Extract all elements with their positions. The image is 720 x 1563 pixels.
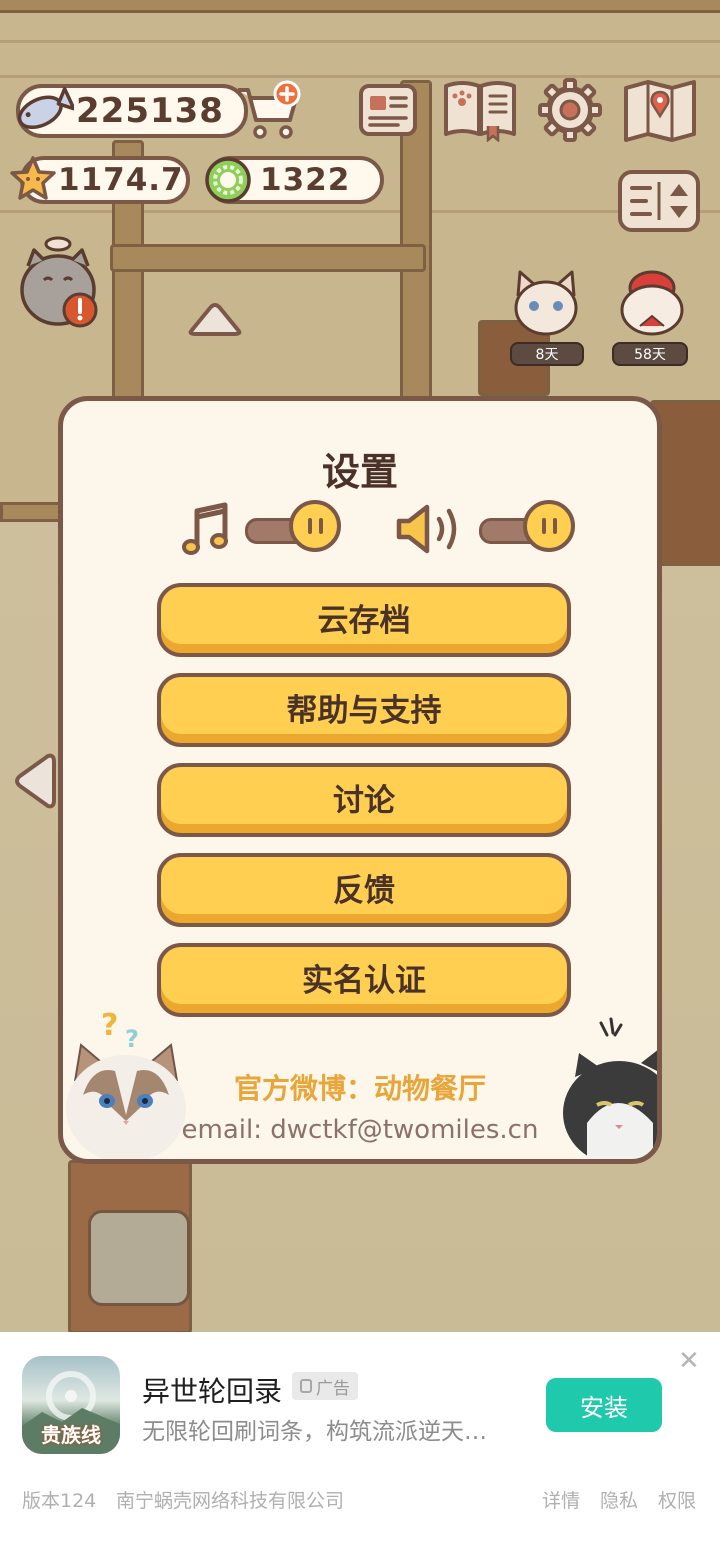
customer-character-2: [612, 266, 692, 338]
up-arrow-indicator[interactable]: [184, 298, 246, 338]
speaker-icon: [393, 501, 471, 557]
real-name-verify-button[interactable]: 实名认证: [157, 943, 571, 1017]
layout-toggle-button[interactable]: [616, 168, 702, 234]
ad-description[interactable]: 无限轮回刷词条，构筑流派逆天…: [142, 1412, 512, 1446]
ad-version: 版本124: [22, 1490, 97, 1512]
map-button[interactable]: [622, 78, 698, 144]
fish-count: 225138: [76, 91, 224, 131]
waiter-cat-alert[interactable]: [18, 232, 100, 332]
ad-app-icon-label: 贵族线: [41, 1423, 101, 1447]
coin-count: 1322: [260, 162, 351, 198]
wood-beam: [0, 0, 720, 13]
sound-slider[interactable]: [479, 500, 575, 552]
music-slider-knob[interactable]: [289, 500, 341, 552]
coin-icon: [202, 154, 254, 206]
music-note-icon: [181, 501, 233, 557]
ad-app-icon[interactable]: 贵族线: [22, 1356, 120, 1454]
star-icon: [8, 154, 58, 204]
customer-badge-1: 8天: [510, 342, 584, 366]
official-weibo-text: 官方微博：动物餐厅: [233, 1072, 486, 1105]
settings-dialog: 设置 云存档 帮助与支持 讨论 反馈 实名认证 ? ? 官方微博：动物餐厅 em…: [58, 396, 662, 1164]
svg-text:?: ?: [125, 1025, 139, 1053]
dialog-title: 设置: [321, 450, 398, 494]
recipe-book-button[interactable]: [440, 76, 520, 142]
wood-shelf: [110, 244, 426, 272]
jar: [88, 1210, 190, 1306]
svg-text:?: ?: [101, 1008, 118, 1043]
left-arrow-button[interactable]: [12, 750, 56, 812]
settings-gear-button[interactable]: [538, 78, 602, 142]
ad-badge-icon: [300, 1379, 312, 1393]
fish-icon: [12, 82, 74, 140]
customer-badge-1-text: 8天: [535, 347, 559, 363]
sound-slider-knob[interactable]: [523, 500, 575, 552]
customer-cat-1: [508, 268, 584, 338]
feedback-button[interactable]: 反馈: [157, 853, 571, 927]
customer-badge-2-text: 58天: [634, 347, 666, 363]
ad-banner[interactable]: 贵族线 异世轮回录 广告 无限轮回刷词条，构筑流派逆天… 安装 ✕ 版本124 …: [0, 1332, 720, 1563]
ad-link-permissions[interactable]: 权限: [658, 1486, 696, 1513]
star-count: 1174.7: [58, 162, 184, 198]
ad-link-details[interactable]: 详情: [542, 1486, 580, 1513]
close-icon[interactable]: ✕: [678, 1346, 700, 1376]
ad-link-privacy[interactable]: 隐私: [600, 1486, 638, 1513]
discussion-button[interactable]: 讨论: [157, 763, 571, 837]
ad-install-button[interactable]: 安装: [546, 1378, 662, 1432]
contact-email-text: email: dwctkf@twomiles.cn: [181, 1115, 539, 1145]
help-support-button[interactable]: 帮助与支持: [157, 673, 571, 747]
customer-badge-2: 58天: [612, 342, 688, 366]
ad-badge: 广告: [292, 1372, 358, 1400]
shop-cart-button[interactable]: [234, 80, 304, 142]
ad-title[interactable]: 异世轮回录: [142, 1370, 282, 1410]
ad-badge-label: 广告: [316, 1378, 350, 1399]
music-slider[interactable]: [245, 500, 341, 552]
cloud-save-button[interactable]: 云存档: [157, 583, 571, 657]
ad-company: 南宁蜗壳网络科技有限公司: [116, 1490, 345, 1512]
newspaper-button[interactable]: [356, 80, 420, 140]
